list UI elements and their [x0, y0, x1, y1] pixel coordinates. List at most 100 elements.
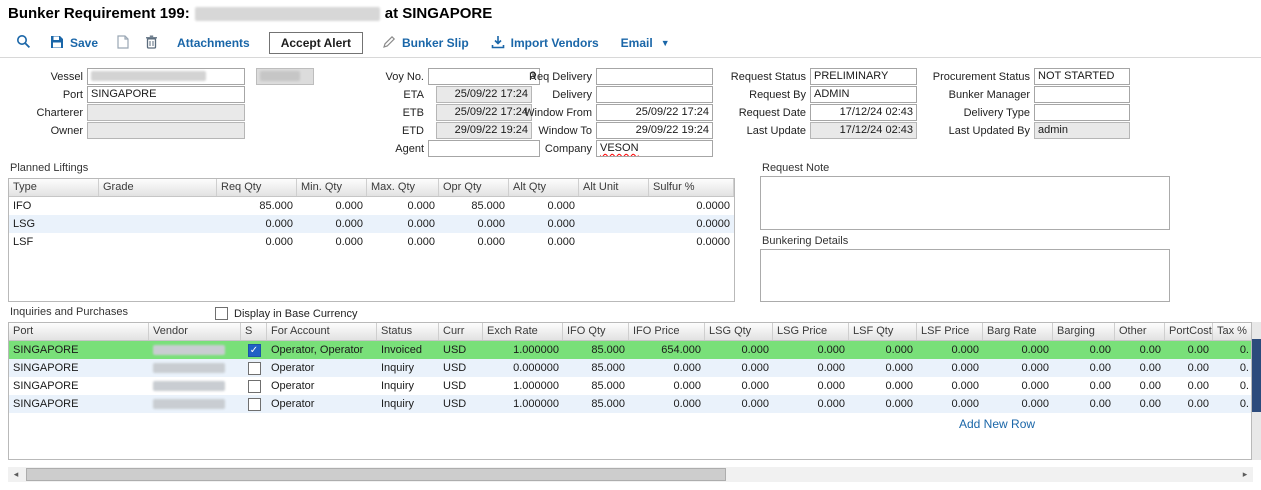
column-header-s[interactable]: S [241, 323, 267, 340]
delivery-type-input[interactable] [1034, 104, 1130, 121]
delivery-type-label: Delivery Type [920, 107, 1030, 119]
column-header-barging[interactable]: Barging [1053, 323, 1115, 340]
bunker-slip-button[interactable]: Bunker Slip [371, 31, 480, 55]
new-document-button[interactable] [109, 31, 137, 55]
column-header-lsf-qty[interactable]: LSF Qty [849, 323, 917, 340]
owner-input[interactable] [87, 122, 245, 139]
request-status-input[interactable]: PRELIMINARY [810, 68, 917, 85]
vessel-code-input[interactable] [256, 68, 314, 85]
scroll-left-arrow[interactable]: ◂ [8, 467, 24, 482]
procurement-status-input[interactable]: NOT STARTED [1034, 68, 1130, 85]
row-checkbox[interactable] [248, 362, 261, 375]
column-header-alt-qty[interactable]: Alt Qty [509, 179, 579, 196]
email-dropdown-button[interactable]: Email ▼ [610, 31, 681, 55]
column-header-barg-rate[interactable]: Barg Rate [983, 323, 1053, 340]
attachments-button[interactable]: Attachments [166, 31, 261, 55]
vertical-scrollbar-thumb[interactable] [1252, 339, 1261, 412]
field-procurement-status: Procurement Status NOT STARTED [920, 68, 1130, 85]
last-update-input[interactable]: 17/12/24 02:43 [810, 122, 917, 139]
bunker-slip-label: Bunker Slip [402, 36, 469, 50]
horizontal-scrollbar[interactable]: ◂ ▸ [8, 467, 1253, 482]
horizontal-scrollbar-thumb[interactable] [26, 468, 726, 481]
column-header-grade[interactable]: Grade [99, 179, 217, 196]
row-checkbox-checked[interactable]: ✓ [248, 344, 261, 357]
table-row[interactable]: SINGAPORE✓Operator, OperatorInvoicedUSD1… [9, 341, 1252, 359]
bunkering-details-input[interactable] [760, 249, 1170, 302]
column-header-lsg-price[interactable]: LSG Price [773, 323, 849, 340]
column-header-sulfur[interactable]: Sulfur % [649, 179, 734, 196]
column-header-other[interactable]: Other [1115, 323, 1165, 340]
row-checkbox[interactable] [248, 398, 261, 411]
column-header-curr[interactable]: Curr [439, 323, 483, 340]
agent-label: Agent [340, 143, 424, 155]
redacted-text [91, 71, 206, 81]
vessel-input[interactable] [87, 68, 245, 85]
vertical-scrollbar[interactable] [1252, 322, 1261, 460]
column-header-exch-rate[interactable]: Exch Rate [483, 323, 563, 340]
column-header-portcost[interactable]: PortCost [1165, 323, 1213, 340]
display-base-currency-checkbox[interactable] [215, 307, 228, 320]
cell: 0.00 [1053, 341, 1115, 359]
window-to-input[interactable]: 29/09/22 19:24 [596, 122, 713, 139]
window-from-label: Window From [505, 107, 592, 119]
redacted-text [260, 71, 300, 81]
column-header-status[interactable]: Status [377, 323, 439, 340]
cell: 0.000 [439, 215, 509, 233]
req-delivery-input[interactable] [596, 68, 713, 85]
column-header-vendor[interactable]: Vendor [149, 323, 241, 340]
cell: 0.000 [917, 377, 983, 395]
request-date-input[interactable]: 17/12/24 02:43 [810, 104, 917, 121]
charterer-input[interactable] [87, 104, 245, 121]
field-owner: Owner [8, 122, 314, 139]
add-new-row-link[interactable]: Add New Row [959, 417, 1035, 431]
scroll-right-arrow[interactable]: ▸ [1237, 467, 1253, 482]
delivery-input[interactable] [596, 86, 713, 103]
table-row[interactable]: SINGAPOREOperatorInquiryUSD1.00000085.00… [9, 395, 1252, 413]
cell [149, 395, 241, 413]
cell [149, 377, 241, 395]
last-updated-by-input[interactable]: admin [1034, 122, 1130, 139]
row-checkbox[interactable] [248, 380, 261, 393]
company-input[interactable]: VESON [596, 140, 713, 157]
column-header-type[interactable]: Type [9, 179, 99, 196]
cell: 0.00 [1115, 359, 1165, 377]
table-header-row: TypeGradeReq QtyMin. QtyMax. QtyOpr QtyA… [9, 179, 734, 197]
window-to-label: Window To [505, 125, 592, 137]
table-row[interactable]: IFO85.0000.0000.00085.0000.0000.0000 [9, 197, 734, 215]
cell: 85.000 [217, 197, 297, 215]
bunker-manager-input[interactable] [1034, 86, 1130, 103]
column-header-opr-qty[interactable]: Opr Qty [439, 179, 509, 196]
table-row[interactable]: LSG0.0000.0000.0000.0000.0000.0000 [9, 215, 734, 233]
column-header-tax[interactable]: Tax % [1213, 323, 1252, 340]
port-input[interactable]: SINGAPORE [87, 86, 245, 103]
request-note-input[interactable] [760, 176, 1170, 230]
request-by-input[interactable]: ADMIN [810, 86, 917, 103]
column-header-alt-unit[interactable]: Alt Unit [579, 179, 649, 196]
cell: 0.000 [917, 395, 983, 413]
window-from-input[interactable]: 25/09/22 17:24 [596, 104, 713, 121]
column-header-for-account[interactable]: For Account [267, 323, 377, 340]
column-header-lsg-qty[interactable]: LSG Qty [705, 323, 773, 340]
cell: 0.000 [509, 197, 579, 215]
import-vendors-button[interactable]: Import Vendors [480, 31, 610, 55]
column-header-max-qty[interactable]: Max. Qty [367, 179, 439, 196]
table-row[interactable]: LSF0.0000.0000.0000.0000.0000.0000 [9, 233, 734, 251]
column-header-req-qty[interactable]: Req Qty [217, 179, 297, 196]
cell [99, 215, 217, 233]
table-row[interactable]: SINGAPOREOperatorInquiryUSD1.00000085.00… [9, 377, 1252, 395]
attachments-label: Attachments [177, 36, 250, 50]
column-header-ifo-qty[interactable]: IFO Qty [563, 323, 629, 340]
column-header-ifo-price[interactable]: IFO Price [629, 323, 705, 340]
column-header-lsf-price[interactable]: LSF Price [917, 323, 983, 340]
delete-button[interactable] [137, 31, 166, 55]
table-row[interactable]: SINGAPOREOperatorInquiryUSD0.00000085.00… [9, 359, 1252, 377]
cell: 0. [1213, 377, 1252, 395]
inquiries-section-label: Inquiries and Purchases [10, 306, 128, 318]
column-header-port[interactable]: Port [9, 323, 149, 340]
save-button[interactable]: Save [39, 31, 109, 55]
accept-alert-button[interactable]: Accept Alert [269, 32, 363, 54]
column-header-min-qty[interactable]: Min. Qty [297, 179, 367, 196]
cell: ✓ [241, 341, 267, 359]
redacted-text [153, 381, 225, 391]
search-button[interactable] [8, 31, 39, 55]
